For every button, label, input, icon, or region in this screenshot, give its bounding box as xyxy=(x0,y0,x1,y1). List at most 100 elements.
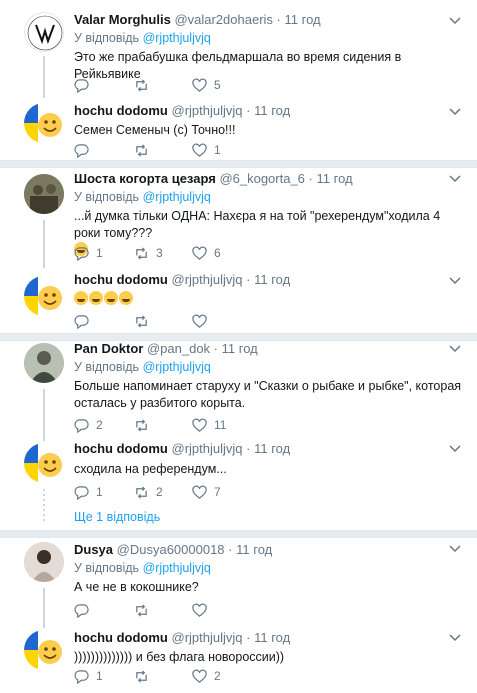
reply-button[interactable] xyxy=(74,602,134,618)
author-name[interactable]: Valar Morghulis xyxy=(74,12,171,27)
rofl-emoji-icon xyxy=(89,291,103,305)
avatar[interactable] xyxy=(24,174,64,214)
reply-mention-link[interactable]: @rjpthjuljvjq xyxy=(143,561,211,575)
tweet[interactable]: hochu dodomu @rjpthjuljvjq · 11 год xyxy=(0,268,477,333)
author-name[interactable]: hochu dodomu xyxy=(74,630,168,645)
reply-icon xyxy=(74,78,89,93)
author-handle[interactable]: @rjpthjuljvjq xyxy=(172,103,243,118)
chevron-down-icon[interactable] xyxy=(449,107,461,117)
like-button[interactable]: 2 xyxy=(192,668,252,684)
timestamp[interactable]: 11 год xyxy=(317,171,353,186)
author-handle[interactable]: @valar2dohaeris xyxy=(174,12,272,27)
timestamp[interactable]: 11 год xyxy=(254,272,290,287)
reply-prefix: У відповідь xyxy=(74,561,140,575)
tweet[interactable]: Шоста когорта цезаря @6_kogorta_6 · 11 г… xyxy=(0,168,477,268)
like-button[interactable]: 11 xyxy=(192,417,252,433)
reply-button[interactable] xyxy=(74,77,134,93)
separator-dot: · xyxy=(228,542,233,557)
author-handle[interactable]: @6_kogorta_6 xyxy=(219,171,304,186)
author-handle[interactable]: @Dusya60000018 xyxy=(117,542,225,557)
like-button[interactable]: 7 xyxy=(192,484,252,500)
tweet[interactable]: Valar Morghulis @valar2dohaeris · 11 год… xyxy=(0,0,477,105)
timestamp[interactable]: 11 год xyxy=(285,12,321,27)
like-count: 5 xyxy=(214,78,221,92)
timestamp[interactable]: 11 год xyxy=(254,630,290,645)
author-handle[interactable]: @pan_dok xyxy=(147,341,210,356)
tweet[interactable]: hochu dodomu @rjpthjuljvjq · 11 год Семе… xyxy=(0,95,477,160)
retweet-icon xyxy=(136,143,147,157)
author-handle[interactable]: @rjpthjuljvjq xyxy=(172,630,243,645)
reply-button[interactable]: 1 xyxy=(74,245,134,261)
chevron-down-icon[interactable] xyxy=(449,544,461,554)
retweet-button[interactable] xyxy=(134,668,192,684)
chevron-down-icon[interactable] xyxy=(449,444,461,454)
avatar[interactable] xyxy=(24,103,64,143)
reply-button[interactable]: 1 xyxy=(74,668,134,684)
timestamp[interactable]: 11 год xyxy=(254,441,290,456)
reply-button[interactable]: 1 xyxy=(74,484,134,500)
chevron-down-icon[interactable] xyxy=(449,16,461,26)
thread-line xyxy=(43,389,45,441)
avatar[interactable] xyxy=(24,276,64,316)
timestamp[interactable]: 11 год xyxy=(236,542,272,557)
retweet-button[interactable] xyxy=(134,313,192,329)
valar-logo-icon xyxy=(27,15,63,51)
chevron-down-icon[interactable] xyxy=(449,276,461,286)
retweet-button[interactable] xyxy=(134,142,192,158)
like-button[interactable]: 5 xyxy=(192,77,252,93)
separator-dot: · xyxy=(308,171,313,186)
heart-icon xyxy=(192,143,207,157)
author-name[interactable]: Pan Doktor xyxy=(74,341,143,356)
conversation-divider xyxy=(0,333,477,341)
timestamp[interactable]: 11 год xyxy=(254,103,290,118)
retweet-button[interactable] xyxy=(134,417,192,433)
reply-button[interactable]: 2 xyxy=(74,417,134,433)
reply-mention-link[interactable]: @rjpthjuljvjq xyxy=(143,190,211,204)
retweet-button[interactable]: 2 xyxy=(134,484,192,500)
tweet-actions: 1 2 xyxy=(74,668,252,684)
tweet[interactable]: Pan Doktor @pan_dok · 11 год У відповідь… xyxy=(0,341,477,441)
author-name[interactable]: Шоста когорта цезаря xyxy=(74,171,216,186)
flag-smiley-icon xyxy=(24,630,62,670)
rofl-emoji-icon xyxy=(119,291,133,305)
author-name[interactable]: Dusya xyxy=(74,542,113,557)
like-button[interactable] xyxy=(192,313,252,329)
avatar[interactable] xyxy=(24,343,64,383)
author-handle[interactable]: @rjpthjuljvjq xyxy=(172,272,243,287)
author-name[interactable]: hochu dodomu xyxy=(74,441,168,456)
tweet[interactable]: hochu dodomu @rjpthjuljvjq · 11 год ))))… xyxy=(0,628,477,693)
reply-button[interactable] xyxy=(74,142,134,158)
reply-icon xyxy=(74,246,89,261)
show-more-replies-link[interactable]: Ще 1 відповідь xyxy=(74,510,160,524)
reply-button[interactable] xyxy=(74,313,134,329)
tweet-text: Семен Семеныч (с) Точно!!! xyxy=(74,123,236,137)
reply-mention-link[interactable]: @rjpthjuljvjq xyxy=(143,31,211,45)
tweet[interactable]: Dusya @Dusya60000018 · 11 год У відповід… xyxy=(0,538,477,628)
author-name[interactable]: hochu dodomu xyxy=(74,103,168,118)
heart-icon xyxy=(192,485,207,499)
chevron-down-icon[interactable] xyxy=(449,174,461,184)
retweet-button[interactable] xyxy=(134,602,192,618)
tweet-text: А че не в кокошнике? xyxy=(74,580,199,594)
chevron-down-icon[interactable] xyxy=(449,633,461,643)
separator-dot: · xyxy=(246,272,251,287)
reply-mention-link[interactable]: @rjpthjuljvjq xyxy=(143,360,211,374)
retweet-icon xyxy=(136,314,147,328)
separator-dot: · xyxy=(246,103,251,118)
author-name[interactable]: hochu dodomu xyxy=(74,272,168,287)
tweet[interactable]: hochu dodomu @rjpthjuljvjq · 11 год сход… xyxy=(0,441,477,531)
author-handle[interactable]: @rjpthjuljvjq xyxy=(172,441,243,456)
avatar[interactable] xyxy=(24,630,64,670)
like-button[interactable] xyxy=(192,602,252,618)
avatar[interactable] xyxy=(24,443,64,483)
avatar[interactable] xyxy=(24,12,64,52)
retweet-button[interactable]: 3 xyxy=(134,245,192,261)
reply-icon xyxy=(74,603,89,618)
like-button[interactable]: 1 xyxy=(192,142,252,158)
retweet-button[interactable] xyxy=(134,77,192,93)
chevron-down-icon[interactable] xyxy=(449,344,461,354)
like-button[interactable]: 6 xyxy=(192,245,252,261)
avatar[interactable] xyxy=(24,542,64,582)
retweet-icon xyxy=(136,669,147,683)
timestamp[interactable]: 11 год xyxy=(222,341,258,356)
